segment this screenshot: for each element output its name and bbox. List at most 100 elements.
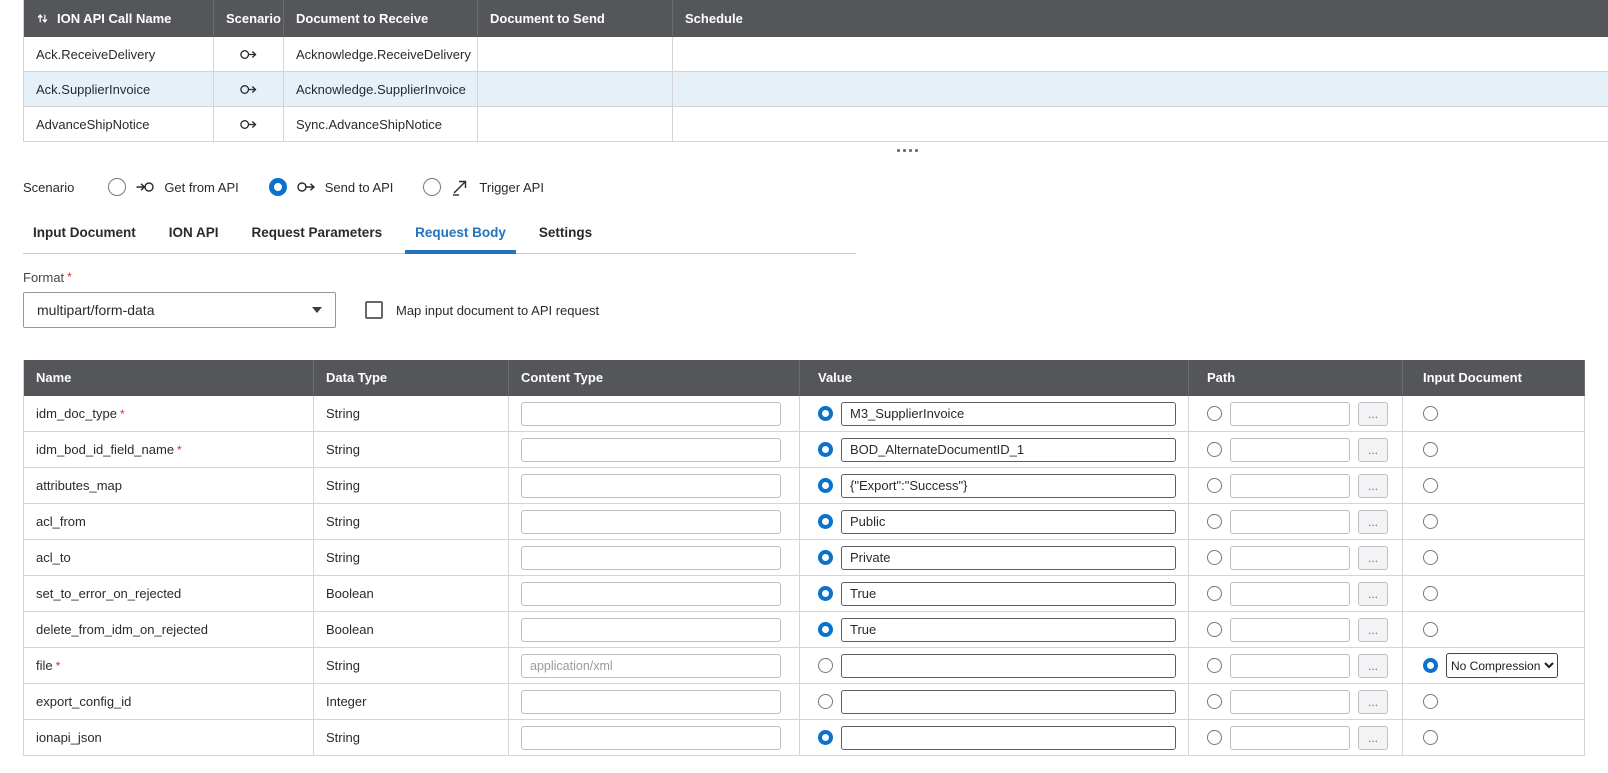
content-type-input[interactable] xyxy=(521,690,781,714)
input-document-radio[interactable] xyxy=(1423,550,1438,565)
path-input[interactable] xyxy=(1230,582,1350,606)
path-input[interactable] xyxy=(1230,546,1350,570)
scenario-option-send-to-api[interactable]: Send to API xyxy=(269,177,394,197)
table-row-advanceshipnotice[interactable]: AdvanceShipNotice Sync.AdvanceShipNotice xyxy=(24,107,1608,142)
compression-select[interactable]: No Compression xyxy=(1446,653,1558,678)
value-input[interactable] xyxy=(841,654,1176,678)
path-radio[interactable] xyxy=(1207,586,1222,601)
path-input[interactable] xyxy=(1230,510,1350,534)
param-name: export_config_id xyxy=(36,694,131,709)
value-radio[interactable] xyxy=(818,622,833,637)
path-radio[interactable] xyxy=(1207,694,1222,709)
value-input[interactable] xyxy=(841,438,1176,462)
browse-path-button[interactable]: ... xyxy=(1358,582,1388,606)
input-document-radio[interactable] xyxy=(1423,514,1438,529)
format-select[interactable]: multipart/form-data xyxy=(23,292,336,328)
path-input[interactable] xyxy=(1230,438,1350,462)
path-radio[interactable] xyxy=(1207,478,1222,493)
path-input[interactable] xyxy=(1230,474,1350,498)
value-radio[interactable] xyxy=(818,550,833,565)
value-input[interactable] xyxy=(841,402,1176,426)
content-type-input[interactable] xyxy=(521,402,781,426)
column-header-call-name[interactable]: ION API Call Name xyxy=(24,0,214,36)
send-to-api-radio[interactable] xyxy=(269,178,287,196)
path-input[interactable] xyxy=(1230,402,1350,426)
value-input[interactable] xyxy=(841,690,1176,714)
path-radio[interactable] xyxy=(1207,406,1222,421)
path-radio[interactable] xyxy=(1207,622,1222,637)
value-radio[interactable] xyxy=(818,586,833,601)
get-from-api-radio[interactable] xyxy=(108,178,126,196)
path-input[interactable] xyxy=(1230,726,1350,750)
content-type-input[interactable] xyxy=(521,474,781,498)
column-header-label: Document to Send xyxy=(490,11,605,26)
browse-path-button[interactable]: ... xyxy=(1358,546,1388,570)
browse-path-button[interactable]: ... xyxy=(1358,654,1388,678)
input-document-radio[interactable] xyxy=(1423,406,1438,421)
browse-path-button[interactable]: ... xyxy=(1358,402,1388,426)
column-header-label: Schedule xyxy=(685,11,743,26)
tab-ion-api[interactable]: ION API xyxy=(159,225,229,253)
path-radio[interactable] xyxy=(1207,550,1222,565)
path-radio[interactable] xyxy=(1207,514,1222,529)
input-document-radio[interactable] xyxy=(1423,622,1438,637)
content-type-input[interactable] xyxy=(521,546,781,570)
column-header-label: ION API Call Name xyxy=(57,11,171,26)
browse-path-button[interactable]: ... xyxy=(1358,438,1388,462)
table-row: export_config_id Integer ... xyxy=(24,684,1585,720)
value-radio[interactable] xyxy=(818,658,833,673)
column-header-doc-receive[interactable]: Document to Receive xyxy=(284,0,478,36)
scenario-option-trigger-api[interactable]: Trigger API xyxy=(423,177,544,197)
browse-path-button[interactable]: ... xyxy=(1358,618,1388,642)
path-input[interactable] xyxy=(1230,654,1350,678)
tab-request-body[interactable]: Request Body xyxy=(405,225,516,253)
column-header-doc-send[interactable]: Document to Send xyxy=(478,0,673,36)
input-document-radio[interactable] xyxy=(1423,694,1438,709)
value-radio[interactable] xyxy=(818,730,833,745)
value-radio[interactable] xyxy=(818,514,833,529)
value-radio[interactable] xyxy=(818,478,833,493)
tab-request-parameters[interactable]: Request Parameters xyxy=(242,225,393,253)
value-radio[interactable] xyxy=(818,406,833,421)
map-input-checkbox[interactable] xyxy=(365,301,383,319)
value-radio[interactable] xyxy=(818,442,833,457)
value-radio[interactable] xyxy=(818,694,833,709)
table-row-ack-supplierinvoice[interactable]: Ack.SupplierInvoice Acknowledge.Supplier… xyxy=(24,72,1608,107)
request-body-table: Name Data Type Content Type Value Path I… xyxy=(23,360,1585,756)
browse-path-button[interactable]: ... xyxy=(1358,474,1388,498)
column-header-schedule[interactable]: Schedule xyxy=(673,0,1608,36)
column-header-scenario[interactable]: Scenario xyxy=(214,0,284,36)
value-input[interactable] xyxy=(841,474,1176,498)
value-input[interactable] xyxy=(841,582,1176,606)
table-row-ack-receivedelivery[interactable]: Ack.ReceiveDelivery Acknowledge.ReceiveD… xyxy=(24,37,1608,72)
content-type-input[interactable] xyxy=(521,438,781,462)
input-document-radio[interactable] xyxy=(1423,586,1438,601)
content-type-input[interactable] xyxy=(521,582,781,606)
sort-arrows-icon[interactable] xyxy=(36,12,49,25)
splitter-handle[interactable] xyxy=(897,147,923,153)
path-radio[interactable] xyxy=(1207,658,1222,673)
content-type-input[interactable] xyxy=(521,726,781,750)
browse-path-button[interactable]: ... xyxy=(1358,510,1388,534)
trigger-api-radio[interactable] xyxy=(423,178,441,196)
input-document-radio[interactable] xyxy=(1423,658,1438,673)
tab-input-document[interactable]: Input Document xyxy=(23,225,146,253)
browse-path-button[interactable]: ... xyxy=(1358,690,1388,714)
path-radio[interactable] xyxy=(1207,730,1222,745)
path-input[interactable] xyxy=(1230,690,1350,714)
path-radio[interactable] xyxy=(1207,442,1222,457)
scenario-option-get-from-api[interactable]: Get from API xyxy=(108,177,238,197)
content-type-input[interactable] xyxy=(521,618,781,642)
value-input[interactable] xyxy=(841,510,1176,534)
input-document-radio[interactable] xyxy=(1423,730,1438,745)
tab-settings[interactable]: Settings xyxy=(529,225,602,253)
content-type-input[interactable] xyxy=(521,510,781,534)
value-input[interactable] xyxy=(841,618,1176,642)
value-input[interactable] xyxy=(841,726,1176,750)
browse-path-button[interactable]: ... xyxy=(1358,726,1388,750)
input-document-radio[interactable] xyxy=(1423,442,1438,457)
path-input[interactable] xyxy=(1230,618,1350,642)
content-type-input[interactable] xyxy=(521,654,781,678)
value-input[interactable] xyxy=(841,546,1176,570)
input-document-radio[interactable] xyxy=(1423,478,1438,493)
